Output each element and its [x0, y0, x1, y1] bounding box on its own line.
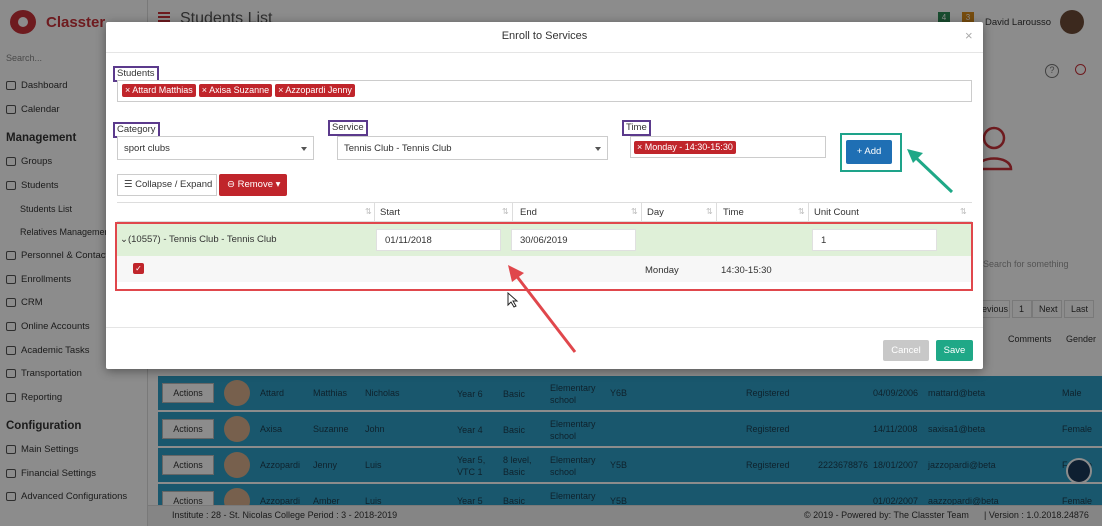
- sort-icon[interactable]: ⇅: [631, 207, 638, 216]
- category-value: sport clubs: [124, 143, 170, 154]
- sort-icon[interactable]: ⇅: [960, 207, 967, 216]
- remove-button[interactable]: ⊖ Remove ▾: [219, 174, 287, 196]
- time-label: Time: [622, 120, 651, 136]
- column-header-time[interactable]: Time: [723, 207, 744, 218]
- add-button[interactable]: + Add: [846, 140, 892, 164]
- chevron-down-icon: [301, 147, 307, 151]
- time-tag-input[interactable]: × Monday - 14:30-15:30: [630, 136, 826, 158]
- column-header-start[interactable]: Start: [380, 207, 400, 218]
- remove-label: Remove: [237, 179, 273, 190]
- category-select[interactable]: sport clubs: [117, 136, 314, 160]
- table-header: ⇅ Start ⇅ End ⇅ Day ⇅ Time ⇅ Unit Count …: [117, 202, 972, 223]
- red-arrow-annotation: [508, 265, 577, 353]
- chevron-down-icon: [595, 147, 601, 151]
- mouse-cursor-icon: [507, 292, 519, 308]
- students-tag-input[interactable]: × Attard Matthias × Axisa Suzanne × Azzopa…: [117, 80, 972, 102]
- sort-icon[interactable]: ⇅: [365, 207, 372, 216]
- sort-icon[interactable]: ⇅: [502, 207, 509, 216]
- column-header-day[interactable]: Day: [647, 207, 664, 218]
- sort-icon[interactable]: ⇅: [798, 207, 805, 216]
- service-select[interactable]: Tennis Club - Tennis Club: [337, 136, 608, 160]
- close-icon[interactable]: ×: [965, 28, 973, 43]
- student-tag-label: Axisa Suzanne: [209, 85, 270, 95]
- divider: [808, 203, 809, 223]
- divider: [512, 203, 513, 223]
- column-header-end[interactable]: End: [520, 207, 537, 218]
- divider: [374, 203, 375, 223]
- time-tag[interactable]: × Monday - 14:30-15:30: [634, 141, 736, 154]
- column-header-unit-count[interactable]: Unit Count: [814, 207, 859, 218]
- save-button[interactable]: Save: [936, 340, 973, 361]
- time-tag-label: Monday - 14:30-15:30: [644, 142, 733, 152]
- sort-icon[interactable]: ⇅: [706, 207, 713, 216]
- divider: [716, 203, 717, 223]
- divider: [641, 203, 642, 223]
- student-tag[interactable]: × Attard Matthias: [122, 84, 196, 97]
- divider: [106, 52, 983, 53]
- service-value: Tennis Club - Tennis Club: [344, 143, 452, 154]
- modal-title: Enroll to Services: [501, 30, 588, 42]
- collapse-expand-button[interactable]: ☰ Collapse / Expand: [117, 174, 217, 196]
- collapse-expand-label: Collapse / Expand: [135, 179, 213, 190]
- student-tag[interactable]: × Azzopardi Jenny: [275, 84, 355, 97]
- service-label: Service: [328, 120, 368, 136]
- student-tag-label: Attard Matthias: [132, 85, 193, 95]
- student-tag-label: Azzopardi Jenny: [285, 85, 352, 95]
- student-tag[interactable]: × Axisa Suzanne: [198, 84, 273, 97]
- green-arrow-annotation: [907, 149, 954, 194]
- cancel-button[interactable]: Cancel: [883, 340, 929, 361]
